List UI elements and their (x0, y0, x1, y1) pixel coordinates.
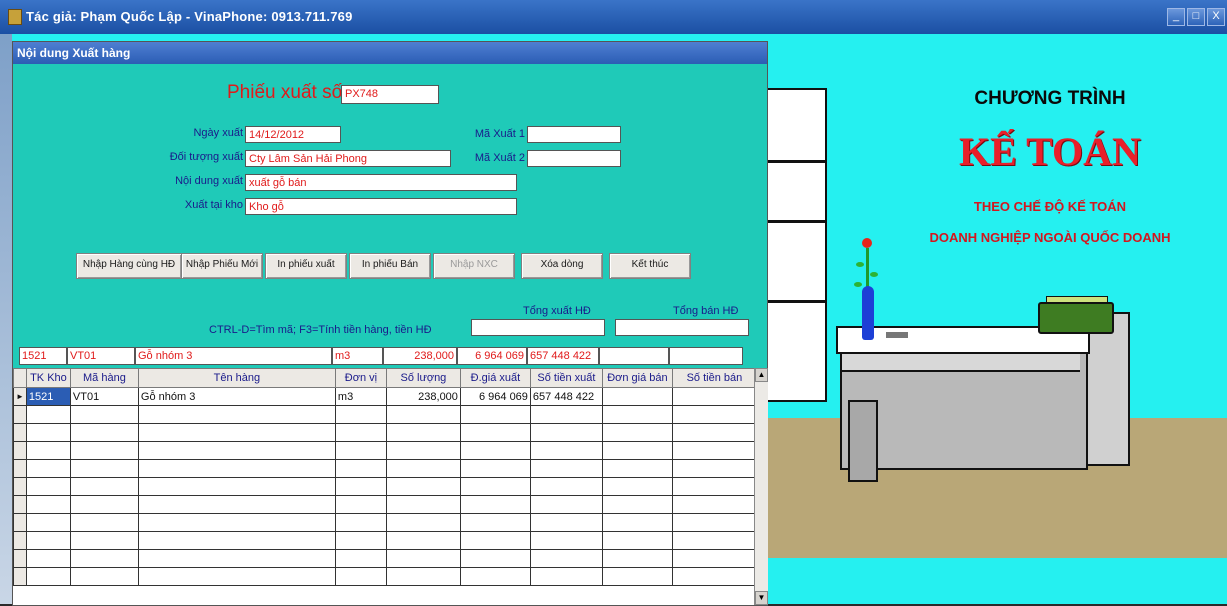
import-nxc-button[interactable]: Nhập NXC (433, 253, 515, 279)
print-sale-button[interactable]: In phiếu Bán (349, 253, 431, 279)
edit-unit-input[interactable]: m3 (332, 347, 383, 365)
edit-qty-input[interactable]: 238,000 (383, 347, 457, 365)
warehouse-label: Xuất tại kho (184, 199, 243, 211)
edit-sale-amount-input[interactable] (669, 347, 743, 365)
export-form-window: Nội dung Xuất hàng Phiếu xuất số PX748 N… (12, 41, 768, 606)
table-row[interactable] (13, 513, 757, 532)
table-cell[interactable] (601, 387, 673, 406)
table-row[interactable] (13, 441, 757, 460)
items-table: TK Kho Mã hàng Tên hàng Đơn vị Số lượng … (13, 368, 757, 586)
app-title: Tác giả: Phạm Quốc Lập - VinaPhone: 0913… (26, 9, 353, 24)
table-cell[interactable]: 6 964 069 (459, 387, 531, 406)
bottom-strip (767, 558, 1227, 604)
partner-label: Đối tượng xuất (169, 151, 243, 163)
leaf-icon (870, 272, 878, 277)
table-cell[interactable]: 657 448 422 (529, 387, 603, 406)
items-grid: TK Kho Mã hàng Tên hàng Đơn vị Số lượng … (13, 368, 768, 605)
edit-row: 1521 VT01 Gỗ nhóm 3 m3 238,000 6 964 069… (13, 347, 767, 365)
program-name: KẾ TOÁN (959, 129, 1141, 174)
edit-code-input[interactable]: VT01 (67, 347, 135, 365)
code1-label: Mã Xuất 1 (474, 128, 525, 140)
app-icon (8, 9, 22, 25)
content-input[interactable]: xuất gỗ bán (245, 174, 517, 191)
table-row[interactable]: ► 1521 VT01 Gỗ nhóm 3 m3 238,000 6 964 0… (13, 387, 757, 406)
warehouse-input[interactable]: Kho gỗ (245, 198, 517, 215)
edit-sale-price-input[interactable] (599, 347, 669, 365)
table-row[interactable] (13, 405, 757, 424)
table-row[interactable] (13, 495, 757, 514)
column-header[interactable]: Mã hàng (69, 368, 139, 388)
tray-illustration (886, 332, 908, 338)
partner-input[interactable]: Cty Lâm Sản Hải Phong (245, 150, 451, 167)
column-header[interactable]: TK Kho (25, 368, 71, 388)
table-cell[interactable] (671, 387, 757, 406)
leaf-icon (854, 282, 862, 287)
table-cell[interactable]: Gỗ nhóm 3 (137, 387, 336, 406)
delete-row-button[interactable]: Xóa dòng (521, 253, 603, 279)
book-illustration (1038, 302, 1114, 334)
exit-button[interactable]: Kết thúc (609, 253, 691, 279)
edit-amount-input[interactable]: 657 448 422 (527, 347, 599, 365)
new-voucher-button[interactable]: Nhập Phiếu Mới (181, 253, 263, 279)
column-header[interactable]: Số tiền bán (671, 368, 757, 388)
add-same-invoice-button[interactable]: Nhập Hàng cùng HĐ (76, 253, 182, 279)
row-pointer-icon: ► (13, 387, 27, 406)
shortcut-hint: CTRL-D=Tìm mã; F3=Tính tiền hàng, tiền H… (209, 324, 432, 336)
date-label: Ngày xuất (193, 127, 243, 139)
app-title-bar: Tác giả: Phạm Quốc Lập - VinaPhone: 0913… (0, 0, 1227, 34)
table-row[interactable] (13, 549, 757, 568)
grid-scrollbar[interactable]: ▲ ▼ (754, 368, 768, 605)
restore-button[interactable]: □ (1187, 8, 1205, 26)
row-indicator-header (13, 368, 27, 388)
left-edge (0, 34, 12, 604)
table-header-row: TK Kho Mã hàng Tên hàng Đơn vị Số lượng … (13, 368, 757, 388)
program-subtitle-2: DOANH NGHIỆP NGOÀI QUỐC DOANH (929, 230, 1171, 245)
flower-icon (862, 238, 872, 248)
code2-input[interactable] (527, 150, 621, 167)
column-header[interactable]: Số tiền xuất (529, 368, 603, 388)
desk-side-illustration (1086, 312, 1130, 466)
edit-name-input[interactable]: Gỗ nhóm 3 (135, 347, 332, 365)
table-cell[interactable]: 1521 (25, 387, 71, 406)
edit-price-input[interactable]: 6 964 069 (457, 347, 527, 365)
program-label: CHƯƠNG TRÌNH (974, 88, 1126, 109)
column-header[interactable]: Tên hàng (137, 368, 336, 388)
scroll-down-icon[interactable]: ▼ (755, 591, 768, 605)
total-sale-input[interactable] (615, 319, 749, 336)
total-sale-label: Tổng bán HĐ (673, 305, 739, 317)
total-export-label: Tổng xuất HĐ (523, 305, 591, 317)
content-label: Nội dung xuất (175, 175, 243, 187)
bookshelf-illustration (765, 88, 827, 402)
desk-drawer-illustration (842, 352, 1080, 372)
table-row[interactable] (13, 567, 757, 586)
table-cell[interactable]: 238,000 (385, 387, 461, 406)
code1-input[interactable] (527, 126, 621, 143)
total-export-input[interactable] (471, 319, 605, 336)
edit-account-input[interactable]: 1521 (19, 347, 67, 365)
table-row[interactable] (13, 459, 757, 478)
vase-illustration (862, 286, 874, 340)
column-header[interactable]: Đ.giá xuất (459, 368, 531, 388)
date-input[interactable]: 14/12/2012 (245, 126, 341, 143)
table-cell[interactable]: VT01 (69, 387, 139, 406)
scroll-up-icon[interactable]: ▲ (755, 368, 768, 382)
table-row[interactable] (13, 477, 757, 496)
table-row[interactable] (13, 423, 757, 442)
column-header[interactable]: Số lượng (385, 368, 461, 388)
program-subtitle: THEO CHẾ ĐỘ KẾ TOÁN (973, 199, 1127, 214)
minimize-button[interactable]: _ (1167, 8, 1185, 26)
form-title: Nội dung Xuất hàng (17, 46, 131, 60)
leaf-icon (856, 262, 864, 267)
print-export-button[interactable]: In phiếu xuất (265, 253, 347, 279)
desk-leg-illustration (848, 400, 878, 482)
table-row[interactable] (13, 531, 757, 550)
form-title-bar: Nội dung Xuất hàng (13, 42, 767, 64)
code2-label: Mã Xuất 2 (474, 152, 525, 164)
voucher-heading: Phiếu xuất số (227, 82, 343, 103)
close-button[interactable]: X (1207, 8, 1225, 26)
column-header[interactable]: Đơn vị (334, 368, 387, 388)
column-header[interactable]: Đơn giá bán (601, 368, 673, 388)
table-cell[interactable]: m3 (334, 387, 387, 406)
voucher-number-input[interactable]: PX748 (341, 85, 439, 104)
